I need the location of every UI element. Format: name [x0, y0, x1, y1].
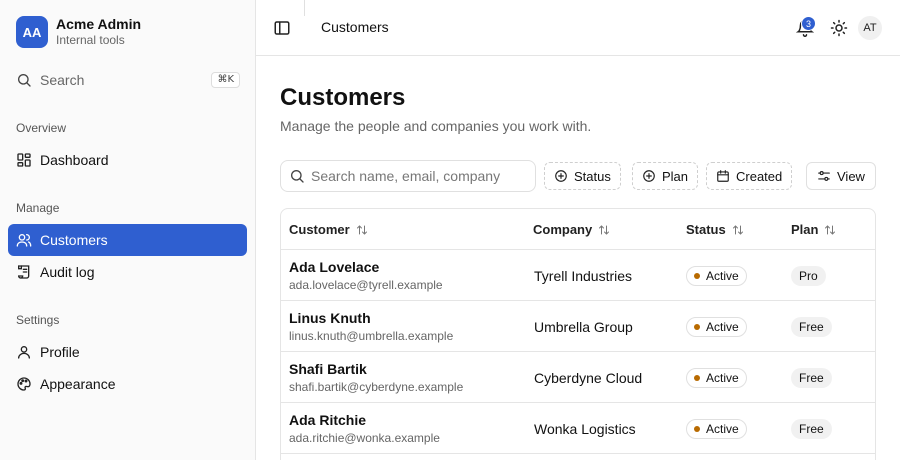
table-header: Customer Company Status Plan [281, 209, 875, 250]
section-label-settings: Settings [16, 313, 60, 327]
plan-badge: Free [791, 368, 832, 388]
sidebar-item-label: Appearance [40, 376, 116, 392]
customer-name: Shafi Bartik [289, 361, 367, 377]
status-badge: Active [686, 266, 747, 286]
topbar-divider [304, 0, 305, 16]
sidebar-item-audit-log[interactable]: Audit log [8, 256, 247, 288]
palette-icon [16, 376, 32, 392]
sidebar-item-label: Audit log [40, 264, 95, 280]
brand-subtitle: Internal tools [56, 33, 125, 47]
table-row[interactable]: Ada Ritchie ada.ritchie@wonka.example Wo… [281, 403, 875, 454]
plus-circle-icon [643, 170, 655, 182]
sidebar-item-appearance[interactable]: Appearance [8, 368, 247, 400]
column-header-label: Customer [289, 222, 350, 237]
status-label: Active [706, 269, 739, 283]
status-filter-label: Status [574, 168, 611, 184]
customer-search [280, 160, 536, 192]
plan-filter-button[interactable]: Plan [632, 162, 699, 190]
user-icon [16, 344, 32, 360]
sidebar-toggle-icon[interactable] [273, 19, 291, 37]
sort-icon [599, 224, 610, 235]
sidebar-item-label: Customers [40, 232, 108, 248]
users-icon [16, 232, 32, 248]
status-dot-icon [694, 324, 700, 330]
status-label: Active [706, 422, 739, 436]
customer-company: Wonka Logistics [534, 421, 636, 437]
page-title: Customers [280, 84, 406, 111]
sort-icon [825, 224, 836, 235]
calendar-icon [717, 170, 729, 182]
customer-email: ada.lovelace@tyrell.example [289, 278, 443, 292]
scroll-icon [16, 264, 32, 280]
customer-company: Umbrella Group [534, 319, 633, 335]
table-row[interactable]: Ada Lovelace ada.lovelace@tyrell.example… [281, 250, 875, 301]
status-label: Active [706, 320, 739, 334]
customer-email: shafi.bartik@cyberdyne.example [289, 380, 464, 394]
status-dot-icon [694, 375, 700, 381]
user-avatar[interactable]: AT [858, 16, 882, 40]
customer-name: Ada Lovelace [289, 259, 380, 275]
status-dot-icon [694, 273, 700, 279]
sort-icon [732, 224, 743, 235]
view-options-button[interactable]: View [806, 162, 876, 190]
status-badge: Active [686, 317, 747, 337]
brand[interactable]: AA Acme Admin Internal tools [16, 16, 141, 48]
sidebar-item-dashboard[interactable]: Dashboard [8, 144, 247, 176]
status-badge: Active [686, 419, 747, 439]
section-label-manage: Manage [16, 201, 60, 215]
plan-badge: Free [791, 419, 832, 439]
customer-email: ada.ritchie@wonka.example [289, 431, 440, 445]
customers-table: Customer Company Status Plan Ada Lovelac… [280, 208, 876, 460]
breadcrumb-title: Customers [321, 19, 389, 35]
view-options-label: View [837, 168, 865, 184]
customer-search-input[interactable] [311, 168, 521, 184]
created-filter-label: Created [736, 168, 783, 184]
brand-avatar: AA [16, 16, 48, 48]
customer-company: Cyberdyne Cloud [534, 370, 643, 386]
brand-name: Acme Admin [56, 16, 142, 32]
search-shortcut: ⌘K [211, 72, 240, 88]
sidebar-search-label: Search [40, 72, 85, 88]
search-icon [18, 74, 31, 87]
column-header-label: Plan [791, 222, 819, 237]
sidebar-search[interactable]: Search ⌘K [16, 70, 240, 90]
column-header-customer[interactable]: Customer [289, 222, 368, 237]
dashboard-icon [16, 152, 32, 168]
sliders-icon [818, 171, 830, 181]
status-label: Active [706, 371, 739, 385]
table-row[interactable]: Linus Knuth linus.knuth@umbrella.example… [281, 301, 875, 352]
topbar: Customers 3 AT [256, 0, 900, 56]
column-header-label: Company [533, 222, 593, 237]
plan-filter-label: Plan [662, 168, 689, 184]
created-filter-button[interactable]: Created [706, 162, 793, 190]
brand-text: Acme Admin Internal tools [56, 16, 141, 48]
search-icon [291, 170, 304, 183]
customer-name: Ada Ritchie [289, 412, 367, 428]
sidebar-item-profile[interactable]: Profile [8, 336, 247, 368]
sidebar-item-label: Dashboard [40, 152, 109, 168]
status-dot-icon [694, 426, 700, 432]
column-header-status[interactable]: Status [686, 222, 744, 237]
column-header-company[interactable]: Company [533, 222, 610, 237]
notification-badge: 3 [801, 16, 816, 31]
customer-company: Tyrell Industries [534, 268, 633, 284]
section-label-overview: Overview [16, 121, 67, 135]
column-header-label: Status [686, 222, 726, 237]
sort-icon [356, 224, 367, 235]
sun-icon[interactable] [830, 19, 848, 37]
customer-email: linus.knuth@umbrella.example [289, 329, 454, 343]
page-description: Manage the people and companies you work… [280, 118, 592, 134]
table-row[interactable]: Shafi Bartik shafi.bartik@cyberdyne.exam… [281, 352, 875, 403]
plan-badge: Free [791, 317, 832, 337]
plus-circle-icon [555, 170, 567, 182]
sidebar: AA Acme Admin Internal tools Search ⌘K O… [0, 0, 256, 460]
column-header-plan[interactable]: Plan [791, 222, 836, 237]
sidebar-item-customers[interactable]: Customers [8, 224, 247, 256]
status-badge: Active [686, 368, 747, 388]
customer-name: Linus Knuth [289, 310, 371, 326]
status-filter-button[interactable]: Status [544, 162, 621, 190]
plan-badge: Pro [791, 266, 826, 286]
sidebar-item-label: Profile [40, 344, 80, 360]
